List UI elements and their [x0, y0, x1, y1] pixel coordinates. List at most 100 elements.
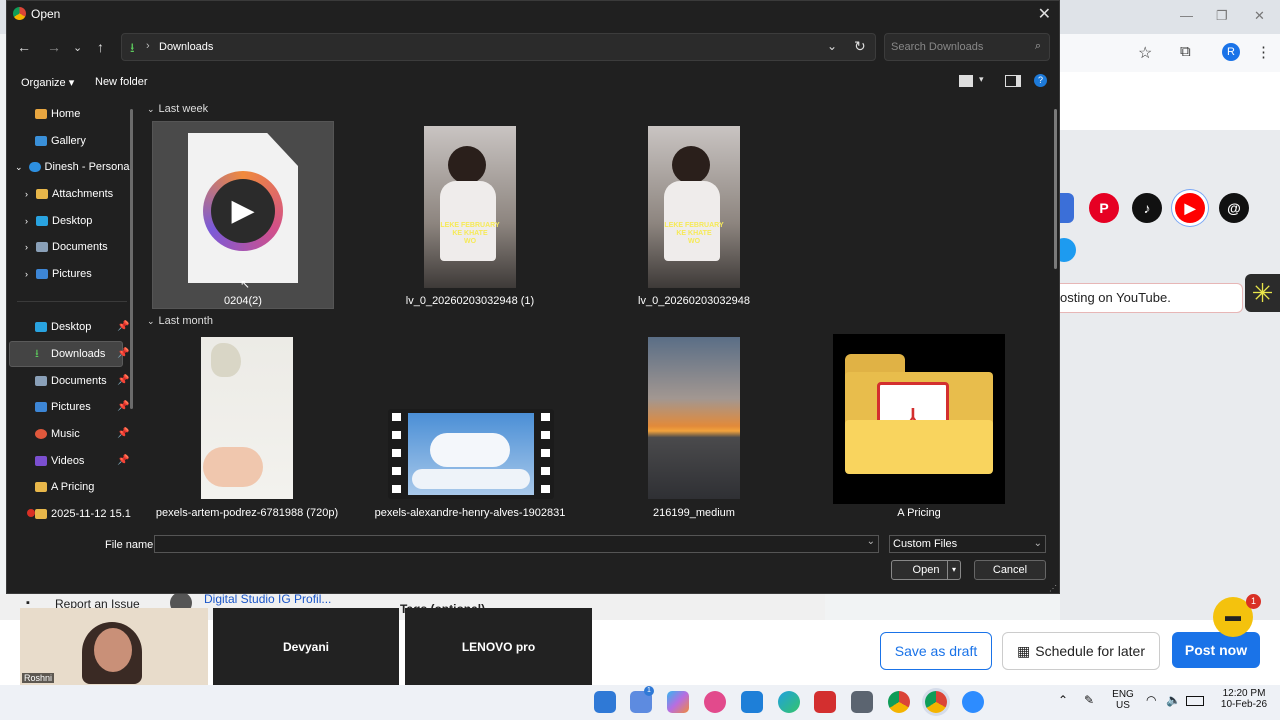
file-type-select[interactable]: Custom Files ⌄: [889, 535, 1046, 553]
profile-avatar[interactable]: R: [1222, 43, 1240, 61]
address-dropdown-chevron-icon[interactable]: ⌄: [827, 39, 837, 53]
file-label[interactable]: A Pricing: [819, 507, 1019, 519]
battery-icon[interactable]: [1186, 696, 1204, 706]
tray-chevron-icon[interactable]: ⌃: [1058, 693, 1068, 707]
zoom-icon[interactable]: [962, 691, 984, 713]
sidebar-item-a-pricing[interactable]: A Pricing: [35, 475, 94, 499]
file-name-input[interactable]: ⌄: [154, 535, 879, 553]
video-film-icon[interactable]: [388, 409, 554, 499]
calculator-icon[interactable]: [851, 691, 873, 713]
sidebar-scrollbar[interactable]: [130, 109, 133, 409]
sidebar-item-videos[interactable]: Videos 📌: [35, 449, 131, 473]
refresh-icon[interactable]: ↻: [854, 38, 866, 55]
file-label[interactable]: pexels-alexandre-henry-alves-1902831: [370, 507, 570, 519]
file-list-scrollbar[interactable]: [1054, 109, 1057, 269]
post-now-button[interactable]: Post now: [1172, 632, 1260, 668]
dialog-close-icon[interactable]: ✕: [1038, 4, 1051, 24]
wifi-icon[interactable]: ◠: [1146, 693, 1156, 707]
view-icon[interactable]: [959, 75, 973, 87]
app-icon[interactable]: [741, 691, 763, 713]
chrome-icon[interactable]: [888, 691, 910, 713]
extensions-icon[interactable]: ⧉: [1180, 43, 1191, 60]
sidebar-item-attachments[interactable]: › Attachments: [25, 182, 113, 206]
collapse-chevron-icon[interactable]: ›: [25, 189, 28, 199]
close-icon[interactable]: ✕: [1254, 8, 1265, 24]
participant-tile[interactable]: LENOVO pro: [405, 608, 592, 685]
more-menu-icon[interactable]: ⋮: [1256, 43, 1271, 61]
collapse-chevron-icon[interactable]: ›: [25, 242, 28, 252]
recent-locations-chevron-icon[interactable]: ⌄: [73, 41, 82, 54]
slack-icon[interactable]: [704, 691, 726, 713]
pin-icon[interactable]: 📌: [117, 395, 129, 419]
minimize-icon[interactable]: —: [1180, 8, 1193, 23]
organize-button[interactable]: Organize ▾: [21, 76, 74, 89]
video-thumbnail[interactable]: [648, 337, 740, 499]
search-icon[interactable]: ⌕: [1035, 40, 1041, 53]
file-label[interactable]: lv_0_20260203032948: [594, 295, 794, 307]
pinterest-icon[interactable]: P: [1089, 193, 1119, 223]
group-header-last-week[interactable]: ⌄ Last week: [147, 103, 208, 115]
pin-icon[interactable]: 📌: [117, 315, 129, 339]
up-arrow-icon[interactable]: ↑: [97, 39, 104, 55]
sidebar-item-onedrive[interactable]: ⌄ Dinesh - Persona: [15, 155, 130, 179]
address-downloads[interactable]: Downloads: [159, 41, 213, 53]
volume-icon[interactable]: 🔈: [1166, 693, 1181, 707]
copilot-icon[interactable]: [667, 691, 689, 713]
sidebar-item-desktop[interactable]: › Desktop: [25, 209, 92, 233]
group-header-last-month[interactable]: ⌄ Last month: [147, 315, 213, 327]
back-arrow-icon[interactable]: ←: [17, 39, 31, 55]
save-draft-button[interactable]: Save as draft: [880, 632, 992, 670]
collapse-chevron-icon[interactable]: ›: [25, 269, 28, 279]
help-icon[interactable]: ?: [1034, 74, 1047, 87]
sidebar-item-home[interactable]: Home: [35, 102, 80, 126]
video-thumbnail[interactable]: [201, 337, 293, 499]
collapse-chevron-icon[interactable]: ›: [25, 216, 28, 226]
expand-chevron-icon[interactable]: ⌄: [15, 162, 23, 172]
open-button[interactable]: Open ▾: [891, 560, 961, 580]
sidebar-item-music[interactable]: Music 📌: [35, 422, 131, 446]
file-label[interactable]: pexels-artem-podrez-6781988 (720p): [147, 507, 347, 519]
file-name-dropdown-icon[interactable]: ⌄: [867, 536, 875, 547]
profile-name[interactable]: Digital Studio IG Profil...: [204, 592, 331, 606]
folder-thumbnail[interactable]: ⅄: [833, 334, 1005, 504]
sidebar-item-dated-folder[interactable]: 2025-11-12 15.1: [27, 502, 131, 523]
resize-grip-icon[interactable]: ⋰: [1049, 584, 1057, 593]
schedule-later-button[interactable]: ▦ Schedule for later: [1002, 632, 1160, 670]
sidebar-item-quick-desktop[interactable]: Desktop 📌: [35, 315, 131, 339]
video-file-icon[interactable]: ▶: [188, 133, 298, 283]
sidebar-item-quick-documents[interactable]: Documents 📌: [35, 369, 131, 393]
address-bar[interactable]: ⭳ › Downloads ⌄ ↻: [121, 33, 876, 61]
pin-icon[interactable]: 📌: [117, 369, 129, 393]
file-label[interactable]: 216199_medium: [594, 507, 794, 519]
maximize-icon[interactable]: ❐: [1216, 8, 1228, 24]
view-dropdown-icon[interactable]: ▾: [979, 74, 984, 85]
video-thumbnail[interactable]: LEKE FEBRUARY KE KHATE WO: [648, 126, 740, 288]
file-label[interactable]: lv_0_20260203032948 (1): [370, 295, 570, 307]
language-indicator[interactable]: ENG US: [1110, 689, 1136, 711]
sidebar-item-gallery[interactable]: Gallery: [35, 129, 86, 153]
star-icon[interactable]: ☆: [1138, 43, 1152, 63]
preview-pane-icon[interactable]: [1005, 75, 1021, 87]
participant-tile[interactable]: Devyani: [213, 608, 399, 685]
file-label[interactable]: 0204(2): [149, 295, 337, 307]
youtube-icon[interactable]: ▶: [1175, 193, 1205, 223]
pin-icon[interactable]: 📌: [117, 342, 129, 366]
pin-icon[interactable]: 📌: [117, 422, 129, 446]
sidebar-item-quick-pictures[interactable]: Pictures 📌: [35, 395, 131, 419]
acrobat-icon[interactable]: [814, 691, 836, 713]
pin-icon[interactable]: 📌: [117, 449, 129, 473]
asterisk-icon[interactable]: ✳: [1245, 274, 1280, 312]
new-folder-button[interactable]: New folder: [95, 76, 148, 88]
pen-icon[interactable]: ✎: [1084, 693, 1094, 707]
forward-arrow-icon[interactable]: →: [47, 39, 61, 55]
search-input[interactable]: Search Downloads ⌕: [884, 33, 1050, 61]
threads-icon[interactable]: @: [1219, 193, 1249, 223]
cancel-button[interactable]: Cancel: [974, 560, 1046, 580]
sidebar-item-pictures[interactable]: › Pictures: [25, 262, 92, 286]
self-video-tile[interactable]: Roshni: [20, 608, 208, 685]
open-dropdown-icon[interactable]: ▾: [947, 561, 960, 579]
sidebar-item-documents[interactable]: › Documents: [25, 235, 108, 259]
edge-icon[interactable]: [778, 691, 800, 713]
chrome-profile-icon[interactable]: [925, 691, 947, 713]
mail-icon[interactable]: [594, 691, 616, 713]
